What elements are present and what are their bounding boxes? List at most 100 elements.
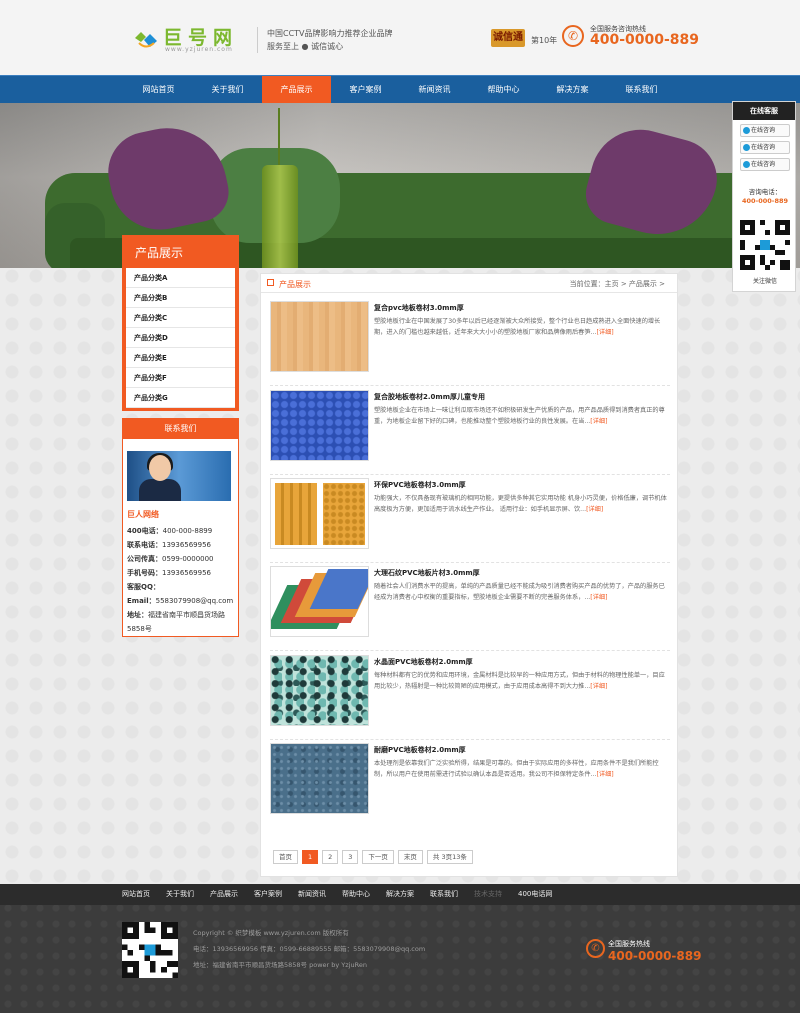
footer-nav-item[interactable]: 客户案例 (254, 884, 291, 905)
more-link[interactable]: [详细] (590, 594, 607, 601)
product-title[interactable]: 耐磨PVC地板卷材2.0mm厚 (374, 745, 466, 755)
contact-line: 公司传真：0599-0000000 (127, 555, 214, 563)
more-link[interactable]: [详细] (590, 683, 607, 690)
more-link[interactable]: [详细] (596, 329, 613, 336)
product-image[interactable] (270, 478, 369, 549)
footer-info: Copyright © 织梦模板 www.yzjuren.com 版权所有 电话… (193, 925, 425, 973)
category-item[interactable]: 产品分类G (126, 388, 235, 408)
badge-years: 第10年 (531, 36, 558, 45)
category-box: 产品展示 产品分类A 产品分类B 产品分类C 产品分类D 产品分类E 产品分类F… (122, 235, 239, 411)
footer-nav-item[interactable]: 关于我们 (166, 884, 203, 905)
service-tel: 400-000-889 (741, 197, 789, 205)
product-desc: 塑胶地板行业在中国发展了30多年以后已经逐渐被大众所接受，整个行业也日趋成熟进入… (374, 318, 661, 336)
page-3[interactable]: 3 (342, 850, 359, 864)
section-icon (267, 279, 274, 286)
footer-nav-item[interactable]: 解决方案 (386, 884, 423, 905)
contact-title: 联系我们 (123, 419, 238, 439)
phone-icon: ✆ (562, 25, 584, 47)
contact-company: 巨人网络 (127, 510, 159, 519)
footer-nav-item[interactable]: 产品展示 (210, 884, 247, 905)
page-last[interactable]: 末页 (397, 850, 423, 864)
breadcrumb[interactable]: 当前位置：主页 > 产品展示 > (570, 279, 665, 289)
pagination: 首页 1 2 3 下一页 末页 共 3页13条 (273, 850, 473, 864)
product-item: 复合pvc地板卷材3.0mm厚 塑胶地板行业在中国发展了30多年以后已经逐渐被大… (270, 301, 670, 386)
product-desc: 每种材料都有它的优势和应用环境，金属材料是比较早的一种应用方式，但由于材料的物理… (374, 672, 665, 690)
phone-icon: ✆ (586, 939, 605, 958)
product-image[interactable] (270, 655, 369, 726)
online-consult-button[interactable]: 在线咨询 (740, 158, 790, 171)
nav-help[interactable]: 帮助中心 (469, 76, 538, 104)
contact-line: Email：5583079908@qq.com (127, 597, 234, 605)
product-image[interactable] (270, 390, 369, 461)
panel-header: 产品展示 当前位置：主页 > 产品展示 > (261, 274, 677, 293)
contact-box: 联系我们 巨人网络 400电话：400-000-8899 联系电话：139365… (122, 418, 239, 637)
copyright: Copyright © 织梦模板 www.yzjuren.com 版权所有 (193, 929, 349, 937)
category-title: 产品展示 (135, 246, 184, 260)
qq-icon (743, 127, 750, 134)
logo-mark-icon (135, 32, 157, 48)
product-title[interactable]: 大理石纹PVC地板片材3.0mm厚 (374, 568, 480, 578)
more-link[interactable]: [详细] (596, 771, 613, 778)
footer-hotline-label: 全国服务热线 (608, 940, 650, 948)
footer-nav-item[interactable]: 400电话网 (518, 884, 561, 905)
product-title[interactable]: 环保PVC地板卷材3.0mm厚 (374, 480, 466, 490)
service-title: 在线客服 (733, 102, 795, 120)
contact-line: 联系电话：13936569956 (127, 541, 211, 549)
page-1[interactable]: 1 (302, 850, 319, 864)
product-desc: 随着社会人们消费水平的提高，单纯的产品质量已经不能成为吸引消费者购买产品的优势了… (374, 583, 665, 601)
product-desc: 本处理剂是依靠我们广泛实验所得，结果是可靠的。但由于实际应用的多样性，应用条件不… (374, 760, 659, 778)
product-image[interactable] (270, 743, 369, 814)
nav-contact[interactable]: 联系我们 (607, 76, 676, 104)
category-item[interactable]: 产品分类C (126, 308, 235, 328)
footer-nav-item[interactable]: 联系我们 (430, 884, 467, 905)
footer-nav-item[interactable]: 网站首页 (122, 884, 159, 905)
product-image[interactable] (270, 566, 369, 637)
nav-solutions[interactable]: 解决方案 (538, 76, 607, 104)
online-consult-button[interactable]: 在线咨询 (740, 124, 790, 137)
qq-icon (743, 144, 750, 151)
page-first[interactable]: 首页 (273, 850, 298, 864)
hotline-number: 400-0000-889 (590, 32, 700, 48)
customer-service-photo (127, 451, 231, 501)
product-item: 大理石纹PVC地板片材3.0mm厚 随着社会人们消费水平的提高，单纯的产品质量已… (270, 566, 670, 651)
nav-about[interactable]: 关于我们 (193, 76, 262, 104)
qr-label: 关注微信 (752, 278, 777, 285)
product-title[interactable]: 水晶面PVC地板卷材2.0mm厚 (374, 657, 473, 667)
more-link[interactable]: [详细] (586, 506, 603, 513)
more-link[interactable]: [详细] (590, 418, 607, 425)
product-title[interactable]: 复合胶地板卷材2.0mm厚儿童专用 (374, 392, 485, 402)
nav-products[interactable]: 产品展示 (262, 76, 331, 104)
contact-line: 地址：福建省南平市顺昌货场路5858号 (127, 611, 225, 633)
page-2[interactable]: 2 (322, 850, 339, 864)
online-consult-button[interactable]: 在线咨询 (740, 141, 790, 154)
product-title[interactable]: 复合pvc地板卷材3.0mm厚 (374, 303, 464, 313)
page-next[interactable]: 下一页 (362, 850, 394, 864)
product-list-panel: 产品展示 当前位置：主页 > 产品展示 > 复合pvc地板卷材3.0mm厚 塑胶… (260, 273, 678, 877)
category-item[interactable]: 产品分类A (126, 268, 235, 288)
integrity-badge: 诚信通 (491, 29, 525, 47)
panel-title: 产品展示 (279, 280, 311, 289)
nav-home[interactable]: 网站首页 (124, 76, 193, 104)
footer-nav-item[interactable]: 技术支持 (474, 884, 511, 905)
qq-icon (743, 161, 750, 168)
footer-nav-item[interactable]: 新闻资讯 (298, 884, 335, 905)
footer-nav-item[interactable]: 帮助中心 (342, 884, 379, 905)
contact-line: 手机号码：13936569956 (127, 569, 211, 577)
service-tel-label: 咨询电话： (748, 188, 782, 196)
category-item[interactable]: 产品分类B (126, 288, 235, 308)
category-item[interactable]: 产品分类D (126, 328, 235, 348)
wechat-qr-code (740, 220, 790, 270)
product-desc: 塑胶地板企业在市场上一味让利瓜取市场还不如积极研发生产优质的产品，用产品品质得到… (374, 407, 665, 425)
footer-nav: 网站首页 关于我们 产品展示 客户案例 新闻资讯 帮助中心 解决方案 联系我们 … (0, 884, 800, 905)
site-logo[interactable]: 巨号网 www.yzjuren.com (133, 26, 243, 54)
product-desc: 功能强大，不仅具备现有玻璃机的相同功能，更提供多种其它实用功能 机身小巧灵便，价… (374, 495, 667, 513)
site-footer: 网站首页 关于我们 产品展示 客户案例 新闻资讯 帮助中心 解决方案 联系我们 … (0, 884, 800, 1013)
hero-banner (0, 103, 800, 268)
category-item[interactable]: 产品分类F (126, 368, 235, 388)
product-image[interactable] (270, 301, 369, 372)
nav-cases[interactable]: 客户案例 (331, 76, 400, 104)
category-item[interactable]: 产品分类E (126, 348, 235, 368)
slogan-line-2: 服务至上 ● 诚信诚心 (267, 42, 344, 51)
nav-news[interactable]: 新闻资讯 (400, 76, 469, 104)
contact-line: 客服QQ： (127, 583, 160, 591)
